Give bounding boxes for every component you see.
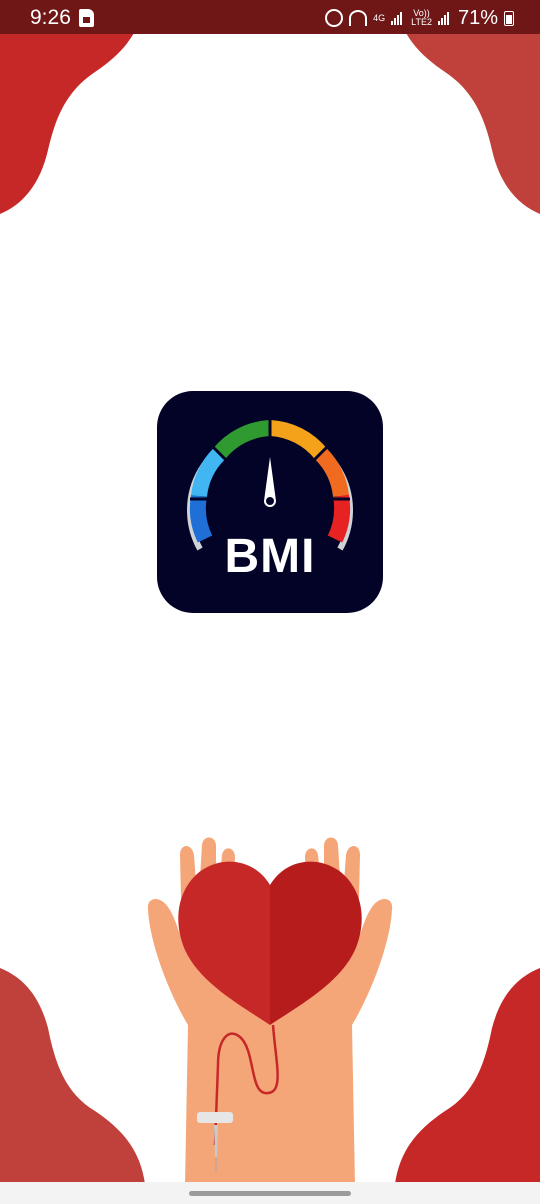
app-logo-text: BMI xyxy=(224,530,316,583)
system-nav-bar xyxy=(0,1182,540,1204)
status-time: 9:26 xyxy=(30,6,71,29)
alarm-icon xyxy=(325,9,344,27)
network-type-label: 4G xyxy=(373,12,386,23)
status-bar: 9:26 4G Vo)) LTE2 71% xyxy=(0,0,540,34)
hotspot-icon xyxy=(349,10,368,26)
signal-icon-2 xyxy=(437,11,452,25)
app-logo: BMI xyxy=(157,391,383,613)
bottom-right-blob xyxy=(395,968,540,1184)
bottom-left-blob xyxy=(0,968,145,1184)
home-gesture-handle[interactable] xyxy=(189,1191,351,1196)
status-icons: 4G Vo)) LTE2 71% xyxy=(325,5,514,31)
sim-card-icon xyxy=(79,9,94,27)
volte-label: Vo)) LTE2 xyxy=(411,8,432,27)
hands-heart-illustration xyxy=(147,837,393,1185)
battery-percent: 71% xyxy=(457,6,498,29)
signal-icon xyxy=(391,11,405,25)
battery-icon xyxy=(504,10,514,26)
